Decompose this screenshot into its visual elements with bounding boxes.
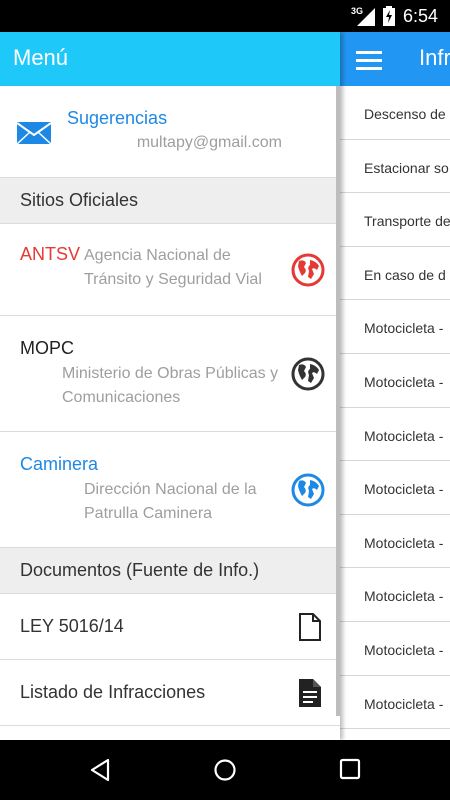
list-item[interactable]: Motocicleta - — [340, 354, 450, 408]
globe-icon — [291, 357, 325, 391]
drawer-header: Menú — [0, 32, 340, 86]
list-item[interactable]: Motocicleta - — [340, 568, 450, 622]
site-item-antsv[interactable]: ANTSV Agencia Nacional de Tránsito y Seg… — [0, 224, 340, 316]
status-bar: 3G 6:54 — [0, 0, 450, 32]
section-header-sites: Sitios Oficiales — [0, 178, 340, 224]
list-item[interactable]: Motocicleta - — [340, 461, 450, 515]
list-item[interactable]: En caso de d — [340, 247, 450, 301]
list-item[interactable]: Motocicleta - — [340, 408, 450, 462]
signal-icon — [357, 8, 375, 26]
clock: 6:54 — [403, 6, 439, 26]
list-item[interactable]: Descenso de — [340, 86, 450, 140]
battery-charging-icon — [383, 6, 395, 26]
back-icon[interactable] — [88, 758, 112, 782]
hamburger-menu-icon[interactable] — [356, 51, 382, 70]
background-screen: Infr Descenso de Estacionar so Transport… — [340, 32, 450, 740]
document-label: Listado de Infracciones — [20, 682, 206, 702]
suggestions-item[interactable]: Sugerencias multapy@gmail.com — [0, 86, 340, 178]
globe-icon — [291, 253, 325, 287]
site-description: Agencia Nacional de Tránsito y Seguridad… — [84, 247, 262, 288]
site-name: Caminera — [20, 454, 99, 474]
site-item-mopc[interactable]: MOPC Ministerio de Obras Públicas y Comu… — [0, 316, 340, 432]
list-item[interactable]: Estacionar so — [340, 140, 450, 194]
system-navigation-bar — [0, 740, 450, 800]
list-item[interactable]: Motocicleta - — [340, 515, 450, 569]
infractions-list: Descenso de Estacionar so Transporte de … — [340, 86, 450, 730]
mail-icon — [17, 122, 51, 144]
site-description: Dirección Nacional de la Patrulla Camine… — [84, 481, 257, 522]
site-item-caminera[interactable]: Caminera Dirección Nacional de la Patrul… — [0, 432, 340, 548]
file-outline-icon — [299, 613, 321, 641]
list-item[interactable]: Motocicleta - — [340, 622, 450, 676]
document-label: LEY 5016/14 — [20, 616, 124, 636]
list-item[interactable]: Motocicleta - — [340, 676, 450, 730]
site-name: ANTSV — [20, 244, 81, 264]
drawer-content: Sugerencias multapy@gmail.com Sitios Ofi… — [0, 86, 340, 740]
suggestions-label: Sugerencias — [67, 108, 168, 128]
site-name: MOPC — [20, 338, 74, 358]
site-description: Ministerio de Obras Públicas y Comunicac… — [62, 365, 279, 406]
globe-icon — [291, 473, 325, 507]
drawer-scrollbar[interactable] — [336, 86, 340, 716]
contact-email: multapy@gmail.com — [136, 134, 282, 151]
list-item[interactable]: Motocicleta - — [340, 300, 450, 354]
recents-icon[interactable] — [339, 758, 361, 780]
file-text-icon — [299, 679, 321, 707]
drawer-title: Menú — [13, 45, 69, 70]
document-item-ley[interactable]: LEY 5016/14 — [0, 594, 340, 660]
app-title: Infr — [419, 45, 450, 70]
list-item[interactable]: Transporte de — [340, 193, 450, 247]
section-header-documents: Documentos (Fuente de Info.) — [0, 548, 340, 594]
document-item-infracciones[interactable]: Listado de Infracciones — [0, 660, 340, 726]
app-toolbar: Infr — [340, 32, 450, 86]
navigation-drawer: Menú Sugerencias multapy@gmail.com Sitio… — [0, 32, 340, 740]
home-icon[interactable] — [213, 758, 237, 782]
